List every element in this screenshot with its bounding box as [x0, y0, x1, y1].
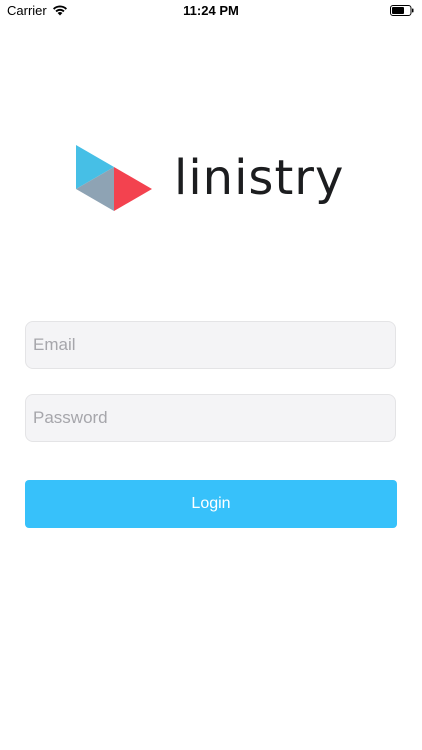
app-logo: linistry — [76, 145, 348, 217]
login-button[interactable]: Login — [25, 480, 397, 528]
linistry-logo-mark-icon — [76, 145, 152, 211]
logo-wordmark: linistry — [174, 150, 345, 206]
status-bar: Carrier 11:24 PM — [0, 0, 422, 22]
status-time: 11:24 PM — [183, 3, 239, 18]
email-field[interactable] — [25, 321, 396, 369]
battery-icon — [390, 5, 414, 16]
password-field[interactable] — [25, 394, 396, 442]
